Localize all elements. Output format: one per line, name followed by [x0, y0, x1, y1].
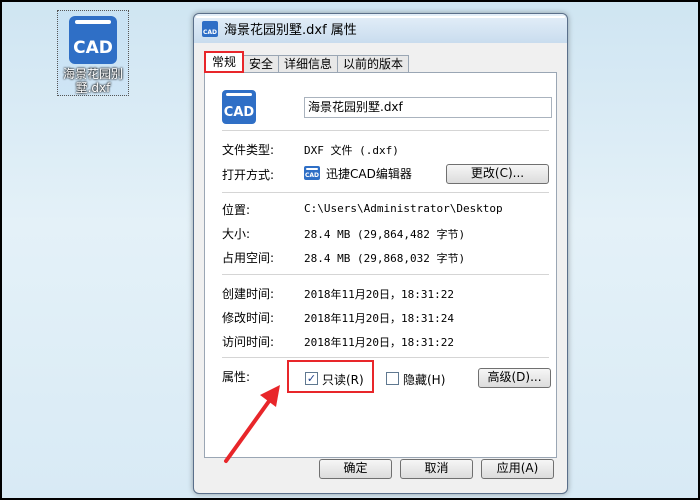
cad-file-icon: CAD: [69, 16, 117, 64]
size-label: 大小:: [222, 227, 251, 241]
desktop-file-label: 海景花园别墅.dxf: [62, 67, 123, 95]
size-value: 28.4 MB (29,864,482 字节): [304, 228, 466, 241]
location-label: 位置:: [222, 203, 251, 217]
readonly-label[interactable]: 只读(R): [322, 371, 364, 388]
desktop-file-icon[interactable]: CAD 海景花园别墅.dxf: [57, 10, 129, 96]
change-button[interactable]: 更改(C)...: [446, 164, 549, 184]
tab-security[interactable]: 安全: [243, 55, 280, 73]
tab-previous-versions[interactable]: 以前的版本: [337, 55, 410, 73]
general-panel: CAD 海景花园别墅.dxf 文件类型: DXF 文件 (.dxf) 打开方式:…: [204, 72, 557, 463]
ok-button[interactable]: 确定: [319, 459, 392, 479]
separator: [222, 357, 549, 358]
file-type-label: 文件类型:: [222, 143, 275, 157]
open-with-value: 迅捷CAD编辑器: [326, 167, 412, 181]
readonly-checkbox[interactable]: ✓: [305, 372, 318, 385]
tab-bar: 常规 安全 详细信息 以前的版本: [204, 51, 410, 73]
modified-value: 2018年11月20日，18:31:24: [304, 312, 454, 325]
disk-size-label: 占用空间:: [222, 251, 275, 265]
location-value: C:\Users\Administrator\Desktop: [304, 202, 503, 215]
hidden-checkbox[interactable]: [386, 372, 399, 385]
properties-dialog: CAD 海景花园别墅.dxf 属性 常规 安全 详细信息 以前的版本 CAD 海…: [193, 13, 568, 494]
file-name-input[interactable]: 海景花园别墅.dxf: [304, 97, 552, 118]
checkmark-icon: ✓: [306, 372, 317, 385]
created-value: 2018年11月20日，18:31:22: [304, 288, 454, 301]
accessed-value: 2018年11月20日，18:31:22: [304, 336, 454, 349]
advanced-button[interactable]: 高级(D)...: [478, 368, 551, 388]
attributes-label: 属性:: [222, 370, 251, 384]
tab-details[interactable]: 详细信息: [278, 55, 339, 73]
separator: [222, 274, 549, 275]
created-label: 创建时间:: [222, 287, 275, 301]
red-arrow-annotation: [224, 385, 280, 463]
separator: [222, 192, 549, 193]
open-with-label: 打开方式:: [222, 168, 275, 182]
file-type-value: DXF 文件 (.dxf): [304, 144, 399, 157]
dialog-title: 海景花园别墅.dxf 属性: [224, 23, 357, 38]
cad-file-icon: CAD: [222, 90, 256, 124]
hidden-label[interactable]: 隐藏(H): [403, 371, 445, 388]
cad-app-icon: CAD: [304, 166, 320, 180]
accessed-label: 访问时间:: [222, 335, 275, 349]
disk-size-value: 28.4 MB (29,868,032 字节): [304, 252, 466, 265]
cad-file-icon: CAD: [196, 16, 565, 37]
separator: [222, 130, 549, 131]
tab-general[interactable]: 常规: [204, 51, 245, 73]
apply-button[interactable]: 应用(A): [481, 459, 554, 479]
cancel-button[interactable]: 取消: [400, 459, 473, 479]
dialog-titlebar[interactable]: CAD 海景花园别墅.dxf 属性: [194, 14, 567, 43]
modified-label: 修改时间:: [222, 311, 275, 325]
